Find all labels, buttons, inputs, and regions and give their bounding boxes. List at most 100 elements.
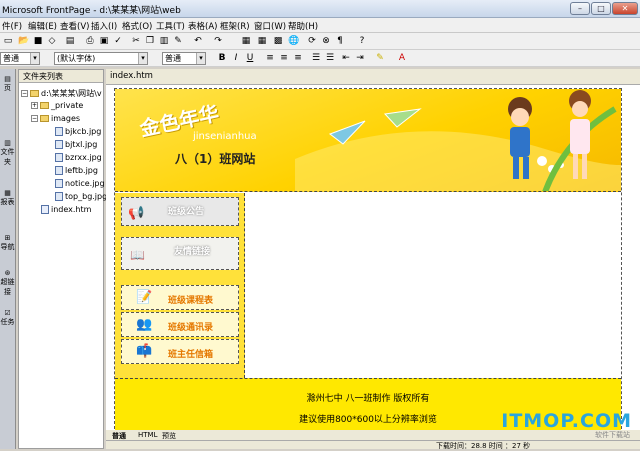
insert-component-icon[interactable]: ▦: [240, 35, 252, 47]
standard-toolbar: ▭ 📂 ■ ◇ ▤ ⎙ ▣ ✓ ✂ ❐ ▥ ✎ ↶ ↷ ▦ ▦ ▩ 🌐 ⟳ ⊗ …: [0, 33, 640, 50]
tree-item-file[interactable]: leftb.jpg: [55, 166, 98, 175]
watermark-logo: ITMOP.COM: [501, 410, 632, 432]
view-reports[interactable]: ▦ 报表: [0, 189, 15, 229]
footer-copyright: 滁州七中 八一班制作 版权所有: [306, 394, 430, 404]
folder-list-panel: 文件夹列表 − d:\某某某\网站\v + _private − images bjk…: [18, 69, 107, 449]
align-right-icon[interactable]: ≡: [292, 52, 304, 64]
formatting-toolbar: 普通 ▾ (默认字体) ▾ 普通 ▾ B I U ≡ ≡ ≡ ☰ ☰ ⇤ ⇥ ✎ A: [0, 50, 640, 67]
menu-insert[interactable]: 插入(I): [91, 20, 117, 32]
tree-item-file[interactable]: bzrxx.jpg: [55, 153, 102, 162]
style-select[interactable]: 普通 ▾: [0, 52, 40, 65]
people-icon: 👥: [136, 317, 153, 332]
tree-item-images[interactable]: − images: [31, 114, 80, 123]
align-center-icon[interactable]: ≡: [278, 52, 290, 64]
image-file-icon: [55, 166, 63, 175]
print-icon[interactable]: ⎙: [84, 35, 96, 47]
refresh-icon[interactable]: ⟳: [306, 35, 318, 47]
preview-icon[interactable]: ▣: [98, 35, 110, 47]
menu-window[interactable]: 窗口(W): [254, 20, 286, 32]
timetable-icon: 📝: [136, 290, 153, 305]
undo-icon[interactable]: ↶: [192, 35, 204, 47]
menu-table[interactable]: 表格(A): [188, 20, 217, 32]
document-tab[interactable]: index.htm: [110, 71, 153, 81]
insert-picture-icon[interactable]: ▩: [272, 35, 284, 47]
tree-item-file[interactable]: notice.jpg: [55, 179, 105, 188]
menu-format[interactable]: 格式(O): [122, 20, 152, 32]
paste-icon[interactable]: ▥: [158, 35, 170, 47]
status-bar: 下载时间：28.8 时间 ：27 秒: [106, 440, 640, 450]
help-icon[interactable]: ?: [356, 35, 368, 47]
window-title: Microsoft FrontPage - d:\某某某\网站\web: [2, 6, 181, 16]
insert-table-icon[interactable]: ▦: [256, 35, 268, 47]
html-file-icon: [41, 205, 49, 214]
menu-view[interactable]: 查看(V): [60, 20, 89, 32]
folder-icon: [40, 115, 49, 122]
view-folders[interactable]: ▥ 文件夹: [0, 139, 15, 189]
tree-item-file[interactable]: bjkcb.jpg: [55, 127, 101, 136]
nav-notice[interactable]: 📢 班级公告: [121, 197, 239, 226]
publish-icon[interactable]: ◇: [46, 35, 58, 47]
menu-tools[interactable]: 工具(T): [156, 20, 185, 32]
link-teacher-mailbox[interactable]: 📫 班主任信箱: [121, 339, 239, 364]
folder-list-icon[interactable]: ▤: [64, 35, 76, 47]
show-all-icon[interactable]: ¶: [334, 35, 346, 47]
site-banner: 金色年华 jinsenianhua 八（1）班网站: [115, 89, 621, 192]
watermark-subtitle: 软件下载站: [595, 431, 630, 439]
format-painter-icon[interactable]: ✎: [172, 35, 184, 47]
folder-icon: [40, 102, 49, 109]
view-tasks[interactable]: ☑ 任务: [0, 309, 15, 349]
tab-html[interactable]: HTML: [138, 431, 157, 439]
web-page-canvas[interactable]: 金色年华 jinsenianhua 八（1）班网站 📢 班级公告 📖 友情链接 …: [114, 88, 622, 430]
copy-icon[interactable]: ❐: [144, 35, 156, 47]
link-contacts[interactable]: 👥 班级通讯录: [121, 312, 239, 337]
spelling-icon[interactable]: ✓: [112, 35, 124, 47]
document-tab-bar: index.htm: [106, 69, 640, 85]
site-sidebar: 📢 班级公告 📖 友情链接 📝 班级课程表 👥 班级通讯录 📫 班主任信箱: [115, 193, 245, 378]
close-button[interactable]: ✕: [612, 2, 638, 15]
numbering-icon[interactable]: ☰: [310, 52, 322, 64]
minimize-button[interactable]: –: [570, 2, 590, 15]
menu-file[interactable]: 件(F): [2, 20, 22, 32]
image-file-icon: [55, 179, 63, 188]
maximize-button[interactable]: □: [591, 2, 611, 15]
view-navigation[interactable]: ⊞ 导航: [0, 234, 15, 274]
menu-help[interactable]: 帮助(H): [288, 20, 318, 32]
image-file-icon: [55, 153, 63, 162]
views-bar: ▤ 页 ▥ 文件夹 ▦ 报表 ⊞ 导航 ⊛ 超链接 ☑ 任务: [0, 69, 16, 449]
tree-item-index[interactable]: index.htm: [41, 205, 91, 214]
mailbox-icon: 📫: [136, 344, 153, 359]
size-select[interactable]: 普通 ▾: [162, 52, 206, 65]
tree-item-file[interactable]: bjtxl.jpg: [55, 140, 97, 149]
book-icon: 📖: [130, 248, 145, 262]
view-page[interactable]: ▤ 页: [0, 75, 15, 125]
tree-root[interactable]: − d:\某某某\网站\v: [21, 88, 102, 99]
new-icon[interactable]: ▭: [2, 35, 14, 47]
font-select[interactable]: (默认字体) ▾: [54, 52, 148, 65]
menu-edit[interactable]: 编辑(E): [28, 20, 57, 32]
italic-button[interactable]: I: [230, 52, 242, 64]
underline-button[interactable]: U: [244, 52, 256, 64]
font-color-icon[interactable]: A: [396, 52, 408, 64]
menu-frames[interactable]: 框架(R): [220, 20, 250, 32]
open-icon[interactable]: 📂: [18, 35, 30, 47]
cut-icon[interactable]: ✂: [130, 35, 142, 47]
bullets-icon[interactable]: ☰: [324, 52, 336, 64]
bold-button[interactable]: B: [216, 52, 228, 64]
nav-friend-links[interactable]: 📖 友情链接: [121, 237, 239, 270]
align-left-icon[interactable]: ≡: [264, 52, 276, 64]
editor-area: index.htm 金色年华 jinsenianhua 八（1）班网站 📢 班级…: [106, 69, 640, 449]
stop-icon[interactable]: ⊗: [320, 35, 332, 47]
view-hyperlinks[interactable]: ⊛ 超链接: [0, 269, 15, 309]
redo-icon[interactable]: ↷: [212, 35, 224, 47]
highlight-icon[interactable]: ✎: [374, 52, 386, 64]
decrease-indent-icon[interactable]: ⇤: [340, 52, 352, 64]
hyperlink-icon[interactable]: 🌐: [288, 35, 300, 47]
link-timetable[interactable]: 📝 班级课程表: [121, 285, 239, 310]
tree-item-file[interactable]: top_bg.jpg: [55, 192, 107, 201]
title-bar: Microsoft FrontPage - d:\某某某\网站\web – □ …: [0, 0, 640, 18]
main-content-cell[interactable]: [246, 193, 621, 378]
save-icon[interactable]: ■: [32, 35, 44, 47]
tree-item-private[interactable]: + _private: [31, 101, 83, 110]
folder-icon: [30, 90, 39, 97]
increase-indent-icon[interactable]: ⇥: [354, 52, 366, 64]
